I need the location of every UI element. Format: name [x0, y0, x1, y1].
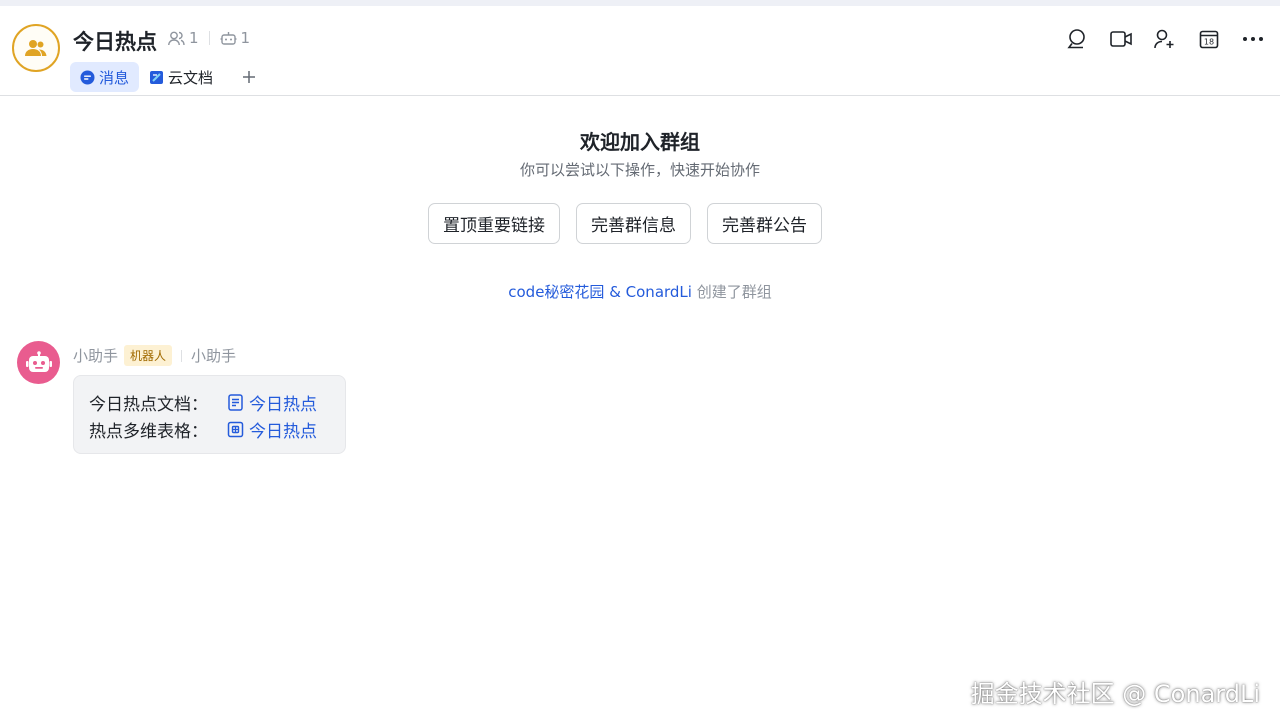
chat-header: 今日热点 1 1 消息 云文档 18 — [0, 6, 1280, 96]
edit-announcement-button[interactable]: 完善群公告 — [707, 203, 822, 244]
chat-tabs: 消息 云文档 — [70, 61, 263, 93]
add-member-button[interactable] — [1148, 26, 1182, 52]
bot-badge: 机器人 — [124, 345, 173, 366]
system-message-text: 创建了群组 — [691, 283, 772, 301]
calendar-button[interactable]: 18 — [1192, 26, 1226, 52]
bot-count-value: 1 — [240, 29, 251, 47]
pin-links-button[interactable]: 置顶重要链接 — [428, 203, 560, 244]
calendar-icon: 18 — [1199, 30, 1219, 49]
search-icon — [1067, 29, 1085, 49]
header-divider — [181, 349, 183, 362]
chat-icon — [80, 70, 95, 84]
group-creators-link[interactable]: code秘密花园 & ConardLi — [508, 283, 692, 301]
doc-icon — [228, 394, 243, 411]
edit-group-info-button[interactable]: 完善群信息 — [576, 203, 691, 244]
meta-divider — [208, 31, 210, 45]
watermark: 掘金技术社区 @ ConardLi — [970, 680, 1260, 708]
bot-icon — [220, 31, 237, 45]
video-call-icon — [1110, 31, 1132, 47]
robot-icon — [25, 350, 52, 372]
sender-secondary-name: 小助手 — [191, 347, 237, 365]
search-button[interactable] — [1060, 26, 1094, 52]
base-table-link[interactable]: 今日热点 — [227, 417, 317, 442]
base-table-link-label: 今日热点 — [249, 422, 317, 442]
chat-title[interactable]: 今日热点 — [73, 26, 157, 56]
group-people-icon — [25, 40, 47, 56]
row-label: 今日热点文档： — [89, 395, 208, 415]
sender-name[interactable]: 小助手 — [73, 345, 118, 366]
plus-icon — [243, 71, 256, 83]
add-member-icon — [1154, 29, 1174, 49]
chat-meta: 1 1 — [168, 29, 250, 47]
doc-link[interactable]: 今日热点 — [227, 390, 317, 415]
header-toolbar: 18 — [1060, 26, 1270, 52]
row-label: 热点多维表格： — [89, 422, 208, 442]
system-message: code秘密花园 & ConardLi 创建了群组 — [0, 281, 1280, 302]
welcome-actions: 置顶重要链接 完善群信息 完善群公告 — [428, 203, 822, 244]
base-table-icon — [227, 421, 244, 438]
cloud-doc-icon — [150, 70, 164, 84]
tab-cloud-docs[interactable]: 云文档 — [139, 62, 223, 92]
bot-avatar[interactable] — [17, 341, 60, 384]
message-row: 热点多维表格： 今日热点 — [89, 416, 345, 443]
doc-link-label: 今日热点 — [249, 395, 317, 415]
calendar-day: 18 — [1204, 38, 1214, 47]
tab-cloud-docs-label: 云文档 — [168, 68, 214, 87]
message-bubble: 今日热点文档： 今日热点 热点多维表格： 今日热点 — [73, 375, 346, 454]
members-icon — [168, 31, 185, 45]
group-avatar[interactable] — [12, 24, 60, 72]
member-count[interactable]: 1 — [168, 29, 199, 47]
video-call-button[interactable] — [1104, 26, 1138, 52]
bot-count[interactable]: 1 — [220, 29, 251, 47]
welcome-subtitle: 你可以尝试以下操作，快速开始协作 — [519, 161, 760, 179]
message-header: 小助手 机器人 小助手 — [73, 345, 236, 366]
welcome-title: 欢迎加入群组 — [580, 130, 700, 154]
tab-messages[interactable]: 消息 — [70, 62, 140, 92]
more-button[interactable] — [1236, 26, 1270, 52]
add-tab-button[interactable] — [235, 63, 263, 91]
message-row: 今日热点文档： 今日热点 — [89, 389, 345, 416]
more-icon — [1243, 37, 1263, 41]
tab-messages-label: 消息 — [99, 68, 130, 87]
member-count-value: 1 — [189, 29, 199, 47]
